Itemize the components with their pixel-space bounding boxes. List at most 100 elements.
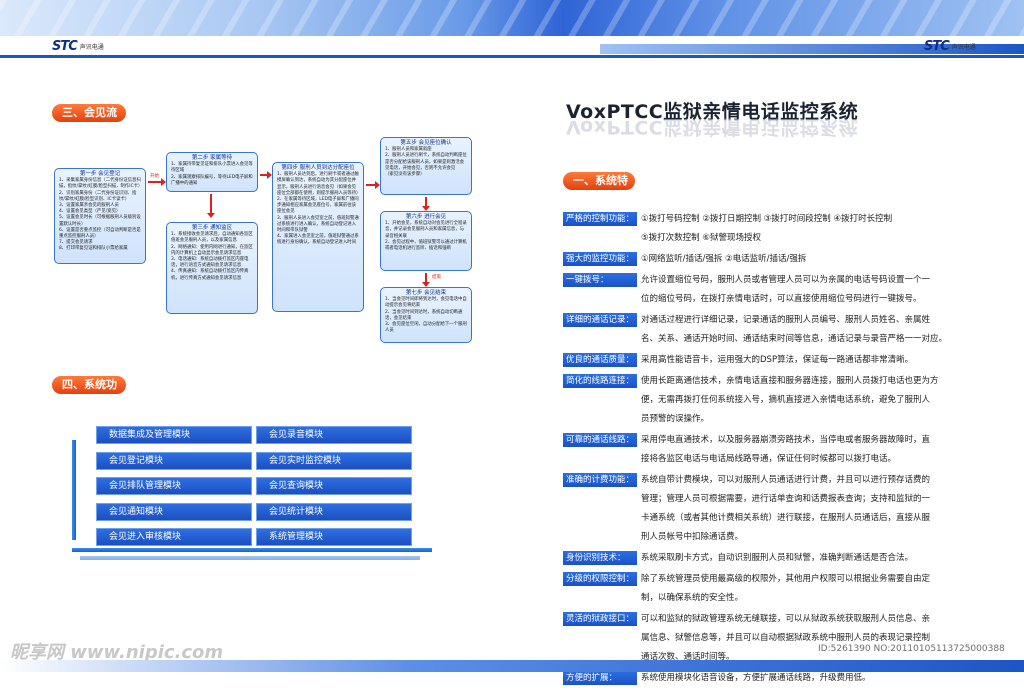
footer: 昵享网 www.nipic.com ID:5261390 NO:20110105… (0, 632, 1024, 672)
header-banner (0, 0, 1024, 36)
feature-text: 采用高性能语音卡，运用强大的DSP算法，保证每一路通话都非常清晰。 (641, 351, 1013, 370)
feature-text-line: 位的缩位号码，在拨打亲情电话时，可以直接使用缩位号码进行一键拨号。 (641, 294, 922, 304)
module-system-management: 系统管理模块 (256, 528, 412, 546)
module-recording: 会见录音模块 (256, 426, 412, 444)
flow-step-6: 第六步 进行会见 1、开始会见，系统自动对会见进行全程录音，并记录会见服刑人员和… (380, 211, 472, 271)
flow-step-body: 1、采集家属身份信息（二代身份证信息扫描，指纹/掌纹/虹膜/脸型扫描，制作IC卡… (59, 178, 143, 252)
flow-line: 1、开始会见，系统自动对会见进行全程录音，并记录会见服刑人员和家属信息，与录音相… (385, 221, 467, 239)
flow-line: 1、当会见时间即将到达时，会见电话中自动提示会见将结束 (385, 297, 467, 309)
page-title-reflection: VoxPTCC监狱亲情电话监控系统 (566, 116, 859, 138)
flow-step-7: 第七步 会见结束 1、当会见时间即将到达时，会见电话中自动提示会见将结束 2、当… (380, 287, 472, 343)
flow-line: 8、打印带复见证和排队小票给家属 (59, 246, 128, 252)
module-bracket (80, 556, 420, 560)
section-title-functions: 四、系统功能 (52, 376, 126, 409)
feature-text: ①拨打号码控制 ②拨打日期控制 ③拨打时间段控制 ④拨打时长控制 ⑤拨打次数控制 … (641, 210, 1013, 248)
feature-label: 方便的扩展： (563, 671, 637, 685)
flow-step-5: 第五步 会见座位确认 1、服刑人员和家属就座 2、服刑人员进行刷卡，系统自动判断… (380, 137, 472, 195)
feature-text-line: 可以和监狱的狱政管理系统无缝联接，可以从狱政系统获取服刑人员信息、亲 (641, 614, 931, 624)
flow-step-1: 第一步 会见登记 1、采集家属身份信息（二代身份证信息扫描，指纹/掌纹/虹膜/脸… (54, 168, 146, 264)
flow-line: 2、识别家属身份（二代身份证识别、指纹/掌纹/虹膜/脸型识别、IC卡读卡） (59, 190, 137, 202)
feature-text-line: 采用高性能语音卡，运用强大的DSP算法，保证每一路通话都非常清晰。 (641, 355, 914, 365)
flow-step-title: 第一步 会见登记 (79, 171, 121, 177)
feature-label: 灵活的狱政接口： (563, 612, 637, 626)
feature-label: 优良的通话质量： (563, 353, 637, 367)
flow-step-title: 第七步 会见结束 (405, 290, 447, 296)
flow-step-title: 第六步 进行会见 (405, 214, 447, 220)
feature-text-line: 使用长距离通信技术，亲情电话直接和服务器连接，服刑人员拨打电话也更为方 (641, 376, 939, 386)
feature-list: 严格的控制功能： ①拨打号码控制 ②拨打日期控制 ③拨打时间段控制 ④拨打时长控制… (563, 210, 1013, 690)
module-bracket (72, 440, 76, 540)
flow-line: 3、电话通知：系统自动拨打监区内座电话，进行语音方式通知会见请求信息 (171, 257, 249, 269)
flow-arrow (366, 181, 380, 189)
feature-text-line: 刑人员帐号中扣除通话费。 (641, 532, 744, 542)
module-query: 会见查询模块 (256, 477, 412, 495)
feature-label: 可靠的通话线路： (563, 433, 637, 447)
flow-step-title: 第五步 会见座位确认 (400, 140, 452, 146)
flow-line: 2、在家属等待区域，LED电子屏和广播同步通知相应家属会见座位号，家属前往该座位… (277, 197, 359, 215)
flow-line: 5、设置会见时长（可根据服刑人员级别设置默认时长） (59, 215, 141, 227)
flow-line: 1、家属持带复见证和排队小票进入会见等待区域 (171, 162, 253, 174)
brand-logo-right: STC 声讯电通 (924, 38, 976, 54)
feature-text-line: 接将各监区电话与电话局线路导通，保证任何时候都可以拨打电话。 (641, 454, 897, 464)
feature-row: 详细的通话记录： 对通话过程进行详细记录，记录通话的服刑人员编号、服刑人员姓名、亲… (563, 311, 1013, 349)
feature-text-line: 除了系统管理员使用最高级的权限外，其他用户权限可以根据业务需要自由定 (641, 574, 931, 584)
flow-step-title: 第四步 服刑人员到达分配座位 (281, 165, 355, 171)
feature-label: 严格的控制功能： (563, 212, 637, 226)
feature-row: 身份识别技术： 系统采取刷卡方式，自动识别服刑人员和狱警，准确判断通话是否合法。 (563, 549, 1013, 568)
flow-arrow (422, 273, 430, 287)
feature-row: 严格的控制功能： ①拨打号码控制 ②拨打日期控制 ③拨打时间段控制 ④拨打时长控制… (563, 210, 1013, 248)
brand-logo-text: 声讯电通 (79, 43, 104, 51)
module-bracket (72, 548, 432, 552)
feature-text-line: ①网络监听/插话/强拆 ②电话监听/插话/强拆 (641, 254, 807, 264)
feature-text-line: ⑤拨打次数控制 ⑥狱警现场授权 (641, 233, 761, 243)
feature-row: 简化的线路连接： 使用长距离通信技术，亲情电话直接和服务器连接，服刑人员拨打电话也… (563, 372, 1013, 429)
flow-line: 2、服刑人员进行刷卡，系统自动判断座位是否分配给该服刑人员，如果是则激活会见电话… (385, 153, 467, 171)
feature-text-line: 名、关系、通话开始时间、通话结束时间等信息，通话记录与录音严格一一对应。 (641, 334, 948, 344)
section-title-features: 一、系统特点 (563, 172, 635, 205)
section-title-flow: 三、会见流程 (52, 104, 126, 137)
feature-text: 除了系统管理员使用最高级的权限外，其他用户权限可以根据业务需要自由定 制，以确保系… (641, 570, 1013, 608)
flow-line: 3、服刑人员进入会见室之前，值班狱警通过系统进行进入确认，系统自动登记进入时间和… (277, 215, 359, 234)
feature-text-line: 管理；管理人员可根据需要，进行话单查询和话费报表查询；支持和监狱的一 (641, 494, 931, 504)
flow-line: 2、会见过程中，值班狱警可以通过计算机或者电话机进行监听、插话和强断 (385, 239, 467, 252)
footer-band (0, 660, 1024, 672)
feature-row: 优良的通话质量： 采用高性能语音卡，运用强大的DSP算法，保证每一路通话都非常清晰… (563, 351, 1013, 370)
flow-step-3: 第三步 通知监区 1、系统接收会见请求后，自动通知各监区值班会见服刑人员，以及家… (166, 222, 258, 314)
module-notification: 会见通知模块 (96, 503, 252, 521)
flow-line: 4、传真通知：系统自动拨打监区内传真机，进行传真方式通知会见请求信息 (171, 269, 249, 281)
flow-line: 4、家属进入会见室之前，值班狱警通过系统进行身份确认，系统自动登记进入时间 (277, 234, 359, 246)
flow-line: （家见没有该步骤） (385, 172, 425, 178)
flow-line: 1、系统接收会见请求后，自动通知各监区值班会见服刑人员，以及家属信息 (171, 232, 253, 244)
flow-line: 1、采集家属身份信息（二代身份证信息扫描，指纹/掌纹/虹膜/脸型扫描，制作IC卡… (59, 178, 143, 190)
feature-label: 准确的计费功能： (563, 473, 637, 487)
flow-end-label: 结束 (432, 275, 441, 280)
feature-text-line: 便，无需再拨打任何系统接入号，摘机直接进入亲情电话系统，避免了服刑人 (641, 395, 931, 405)
feature-label: 简化的线路连接： (563, 374, 637, 388)
feature-row: 可靠的通话线路： 采用停电直通技术，以及服务器崩溃旁路技术，当停电或者服务器故障时… (563, 431, 1013, 469)
feature-text-line: 系统自带计费模块，可以对服刑人员通话进行计费，并且可以进行预存话费的 (641, 475, 931, 485)
flow-line: 1、服刑人员达到后，进行刷卡或者通过触摸屏确认到达，系统自动为其分配座位并显示，… (277, 172, 361, 196)
feature-text-line: 对通话过程进行详细记录，记录通话的服刑人员编号、服刑人员姓名、亲属姓 (641, 315, 931, 325)
module-data-integration: 数据集成及管理模块 (96, 426, 252, 444)
module-queue: 会见排队管理模块 (96, 477, 252, 495)
flow-arrow (260, 171, 272, 179)
flow-step-4: 第四步 服刑人员到达分配座位 1、服刑人员达到后，进行刷卡或者通过触摸屏确认到达… (272, 162, 364, 312)
flow-arrow (422, 197, 430, 211)
flow-arrow (148, 178, 166, 186)
feature-text-line: 允许设置缩位号码，服刑人员或者管理人员可以为亲属的电话号码设置一个一 (641, 275, 931, 285)
module-entry-review: 会见进入审核模块 (96, 528, 252, 546)
flow-line: 2、家属观察排队编号，等待LED电子屏和广播中的通知 (171, 174, 253, 186)
flow-step-title: 第三步 通知监区 (191, 225, 233, 231)
brand-logo-mark: STC (52, 38, 78, 54)
feature-text: 系统采取刷卡方式，自动识别服刑人员和狱警，准确判断通话是否合法。 (641, 549, 1013, 568)
brand-logo-left: STC 声讯电通 (52, 38, 104, 54)
feature-text: 系统自带计费模块，可以对服刑人员通话进行计费，并且可以进行预存话费的 管理；管理人… (641, 471, 1013, 547)
feature-text-line: 系统采取刷卡方式，自动识别服刑人员和狱警，准确判断通话是否合法。 (641, 553, 914, 563)
feature-text: ①网络监听/插话/强拆 ②电话监听/插话/强拆 (641, 250, 1013, 269)
feature-label: 身份识别技术： (563, 551, 637, 565)
module-registration: 会见登记模块 (96, 452, 252, 470)
feature-label: 一键拨号： (563, 273, 637, 287)
feature-row: 一键拨号： 允许设置缩位号码，服刑人员或者管理人员可以为亲属的电话号码设置一个一位… (563, 271, 1013, 309)
flow-step-2: 第二步 家属等待 1、家属持带复见证和排队小票进入会见等待区域 2、家属观察排队… (166, 152, 258, 192)
feature-row: 准确的计费功能： 系统自带计费模块，可以对服刑人员通话进行计费，并且可以进行预存话… (563, 471, 1013, 547)
